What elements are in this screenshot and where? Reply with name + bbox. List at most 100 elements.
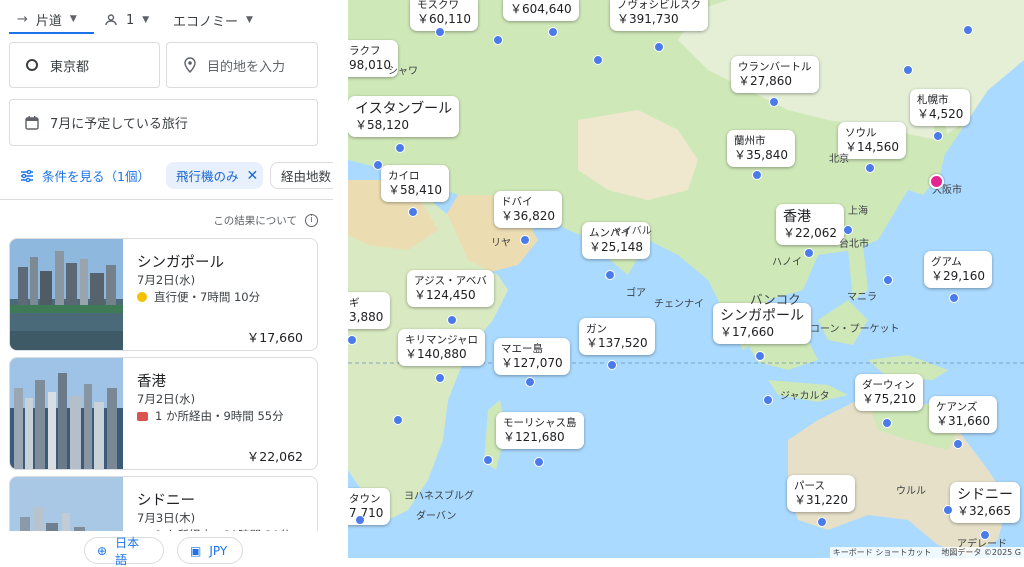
map-price-pin[interactable]: ダーウィン ￥75,210: [855, 374, 923, 411]
airport-dot[interactable]: [769, 97, 779, 107]
map-price-pin[interactable]: ￥604,640: [503, 0, 579, 21]
map-price-pin[interactable]: ケアンズ ￥31,660: [929, 396, 997, 433]
airport-dot[interactable]: [435, 373, 445, 383]
map-price-pin[interactable]: マエー島 ￥127,070: [494, 338, 570, 375]
cabin-class-select[interactable]: エコノミー ▼: [173, 6, 253, 34]
airport-dot[interactable]: [607, 360, 617, 370]
map-price-pin[interactable]: 蘭州市 ￥35,840: [727, 130, 795, 167]
airport-dot[interactable]: [593, 55, 603, 65]
pin-price: ￥25,148: [589, 240, 643, 254]
pin-city: ラクフ: [349, 45, 381, 57]
map-price-pin[interactable]: 香港 ￥22,062: [776, 204, 844, 245]
origin-circle-icon: [26, 59, 38, 71]
airport-dot[interactable]: [548, 27, 558, 37]
airport-dot[interactable]: [883, 275, 893, 285]
airport-dot[interactable]: [393, 415, 403, 425]
airport-dot[interactable]: [373, 160, 383, 170]
map-price-pin[interactable]: モーリシャス島 ￥121,680: [496, 412, 584, 449]
airport-dot[interactable]: [408, 207, 418, 217]
map-price-pin[interactable]: イスタンブール ￥58,120: [348, 96, 460, 137]
currency-button[interactable]: ▣ JPY: [177, 537, 243, 564]
origin-field[interactable]: 東京都: [9, 42, 160, 88]
origin-marker[interactable]: [929, 174, 944, 189]
map-city-label: ジャカルタ: [780, 391, 830, 402]
map-price-pin[interactable]: 札幌市 ￥4,520: [910, 89, 971, 126]
airport-dot[interactable]: [520, 235, 530, 245]
pin-city: ケアンズ: [936, 401, 978, 413]
map-price-pin[interactable]: パース ￥31,220: [787, 475, 855, 512]
language-label: 日本語: [115, 535, 140, 567]
airport-dot[interactable]: [949, 293, 959, 303]
about-results-link[interactable]: この結果について i: [213, 213, 318, 228]
airport-dot[interactable]: [763, 395, 773, 405]
keyboard-shortcuts-link[interactable]: キーボード ショートカット: [833, 547, 932, 558]
map-city-label: ャイバル: [612, 226, 652, 237]
airport-dot[interactable]: [447, 315, 457, 325]
airport-dot[interactable]: [943, 505, 953, 515]
nonstop-filter-chip[interactable]: 飛行機のみ ✕: [166, 162, 263, 189]
map-price-pin[interactable]: ガン ￥137,520: [579, 318, 655, 355]
pin-price: ￥127,070: [501, 356, 563, 370]
airport-dot[interactable]: [882, 418, 892, 428]
airport-dot[interactable]: [605, 270, 615, 280]
airport-dot[interactable]: [525, 377, 535, 387]
explore-map[interactable]: モスクワ ￥60,110 ￥604,640 ノヴォシビルスク ￥391,730 ラク…: [348, 0, 1024, 558]
pin-city: カイロ: [388, 170, 420, 182]
date-field[interactable]: 7月に予定している旅行: [9, 99, 318, 146]
airport-dot[interactable]: [534, 457, 544, 467]
stops-filter-chip[interactable]: 経由地数: [270, 162, 333, 189]
destination-field[interactable]: 目的地を入力: [166, 42, 318, 88]
result-date: 7月2日(水): [137, 273, 196, 287]
map-price-pin[interactable]: アジス・アベバ ￥124,450: [407, 270, 494, 307]
map-price-pin[interactable]: グアム ￥29,160: [924, 251, 992, 288]
airport-dot[interactable]: [804, 248, 814, 258]
passenger-select[interactable]: 1 ▼: [104, 6, 149, 34]
pin-city: ドバイ: [501, 196, 533, 208]
map-price-pin[interactable]: カイロ ￥58,410: [381, 165, 449, 202]
airport-dot[interactable]: [435, 27, 445, 37]
all-filters-button[interactable]: 条件を見る（1個）: [20, 162, 150, 189]
pin-price: ￥124,450: [414, 288, 476, 302]
pin-price: ￥140,880: [405, 347, 467, 361]
map-price-pin[interactable]: ギ 3,880: [348, 292, 391, 329]
airport-dot[interactable]: [395, 143, 405, 153]
airport-dot[interactable]: [483, 455, 493, 465]
pin-city: 香港: [783, 209, 811, 225]
pin-price: 3,880: [349, 310, 384, 324]
airport-dot[interactable]: [865, 163, 875, 173]
pin-price: 98,010: [349, 58, 391, 72]
airport-dot[interactable]: [963, 25, 973, 35]
airport-dot[interactable]: [755, 351, 765, 361]
map-price-pin[interactable]: シドニー ￥32,665: [950, 482, 1020, 523]
result-card[interactable]: シンガポール 7月2日(水) 直行便・7時間 10分 ￥17,660: [9, 238, 318, 351]
map-price-pin[interactable]: モスクワ ￥60,110: [410, 0, 478, 31]
map-price-pin[interactable]: ドバイ ￥36,820: [494, 191, 562, 228]
airport-dot[interactable]: [903, 65, 913, 75]
airport-dot[interactable]: [843, 225, 853, 235]
pin-city: 札幌市: [917, 94, 949, 106]
map-price-pin[interactable]: キリマンジャロ ￥140,880: [398, 329, 485, 366]
map-price-pin[interactable]: ウランバートル ￥27,860: [731, 56, 819, 93]
airport-dot[interactable]: [493, 35, 503, 45]
airport-dot[interactable]: [654, 42, 664, 52]
airport-dot[interactable]: [933, 131, 943, 141]
map-footer: キーボード ショートカット 地図データ ©2025 G: [829, 547, 1024, 558]
airport-dot[interactable]: [953, 439, 963, 449]
airport-dot[interactable]: [355, 515, 365, 525]
flights-explore-app: → 片道 ▼ 1 ▼ エコノミー ▼ 東京都 目的地を入力 7月に予定している旅…: [0, 0, 1024, 567]
result-route: 直行便・7時間 10分: [137, 289, 260, 305]
pin-city: 蘭州市: [734, 135, 766, 147]
caret-down-icon: ▼: [246, 15, 253, 25]
result-card[interactable]: 香港 7月2日(水) 1 か所経由・9時間 55分 ￥22,062: [9, 357, 318, 470]
caret-down-icon: ▼: [142, 15, 150, 25]
language-button[interactable]: ⊕ 日本語: [84, 535, 164, 567]
close-icon[interactable]: ✕: [247, 168, 259, 184]
trip-type-select[interactable]: → 片道 ▼: [9, 6, 94, 34]
currency-icon: ▣: [190, 543, 202, 558]
map-price-pin[interactable]: ノヴォシビルスク ￥391,730: [610, 0, 708, 31]
airport-dot[interactable]: [817, 517, 827, 527]
pin-city: ソウル: [845, 127, 877, 139]
map-price-pin[interactable]: シンガポール ￥17,660: [713, 303, 811, 344]
airport-dot[interactable]: [752, 170, 762, 180]
pin-price: ￥36,820: [501, 209, 555, 223]
